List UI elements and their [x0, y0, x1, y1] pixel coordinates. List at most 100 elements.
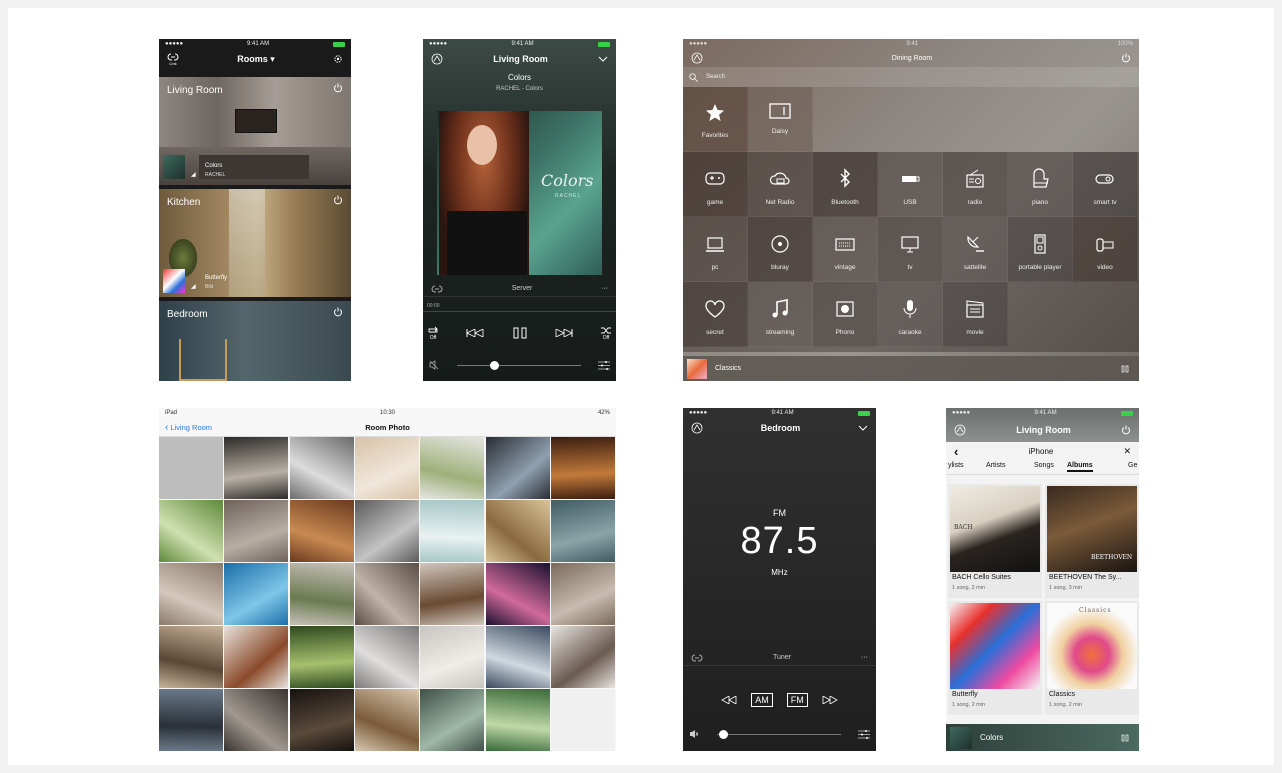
source-tile-sattelite[interactable]: sattelite [943, 217, 1008, 282]
room-photo-thumb[interactable] [354, 626, 419, 688]
pause-icon[interactable] [512, 327, 528, 339]
tab-ylists[interactable]: ylists [948, 462, 964, 469]
room-photo-thumb[interactable] [159, 689, 223, 751]
room-photo-thumb[interactable] [224, 689, 289, 751]
fm-button[interactable]: FM [786, 693, 808, 707]
link-icon[interactable] [691, 654, 703, 662]
source-tile-video[interactable]: video [1073, 217, 1138, 282]
room-photo-thumb[interactable] [224, 563, 289, 625]
more-button[interactable]: ··· [861, 654, 868, 661]
room-photo-thumb[interactable] [550, 626, 615, 688]
room-photo-thumb[interactable] [420, 626, 485, 688]
source-tile-bluetooth[interactable]: Bluetooth [813, 152, 878, 217]
shuffle-button[interactable]: Off [600, 326, 612, 341]
more-button[interactable]: ··· [601, 285, 608, 292]
speaker-icon[interactable] [689, 729, 699, 739]
source-tile-portable-player[interactable]: portable player [1008, 217, 1073, 282]
power-icon[interactable] [333, 195, 343, 205]
power-icon[interactable] [1121, 425, 1131, 435]
pause-icon[interactable] [1121, 365, 1129, 373]
chevron-down-icon[interactable] [598, 56, 608, 62]
chevron-left-icon[interactable]: ‹ [954, 444, 958, 459]
room-photo-thumb[interactable] [485, 563, 550, 625]
room-photo-thumb[interactable] [354, 563, 419, 625]
room-photo-thumb[interactable] [485, 626, 550, 688]
room-photo-thumb[interactable] [159, 563, 223, 625]
room-photo-thumb[interactable] [224, 437, 289, 499]
now-playing-bar[interactable]: Colors [946, 724, 1139, 751]
volume-slider[interactable] [716, 729, 841, 739]
volume-knob[interactable] [718, 729, 728, 739]
room-card-living[interactable]: Living Room ◢ Colors RACHEL [159, 77, 351, 185]
chevron-down-icon[interactable] [858, 425, 868, 431]
volume-slider[interactable] [456, 360, 581, 370]
source-tile-tv[interactable]: tv [878, 217, 943, 282]
source-tile-pc[interactable]: pc [683, 217, 748, 282]
link-icon[interactable] [431, 285, 443, 293]
mute-icon[interactable] [429, 360, 439, 370]
source-tile-piano[interactable]: piano [1008, 152, 1073, 217]
pause-icon[interactable] [1121, 734, 1129, 742]
source-tile-usb[interactable]: USB [878, 152, 943, 217]
room-photo-thumb[interactable] [224, 500, 289, 562]
tab-songs[interactable]: Songs [1034, 462, 1054, 469]
room-card-bedroom[interactable]: Bedroom [159, 301, 351, 381]
source-tile-net-radio[interactable]: Net Radio [748, 152, 813, 217]
source-tile-vintage[interactable]: vintage [813, 217, 878, 282]
source-tile-game[interactable]: game [683, 152, 748, 217]
room-photo-thumb[interactable] [550, 500, 615, 562]
room-photo-thumb[interactable] [550, 437, 615, 499]
add-photo-tile[interactable] [159, 437, 223, 499]
power-icon[interactable] [333, 83, 343, 93]
room-photo-thumb[interactable] [159, 626, 223, 688]
close-icon[interactable]: ✕ [1123, 446, 1131, 457]
equalizer-icon[interactable] [598, 360, 610, 370]
equalizer-icon[interactable] [858, 729, 870, 739]
room-photo-thumb[interactable] [289, 626, 354, 688]
album-card[interactable]: Butterfly 1 song, 2 min [948, 601, 1042, 715]
album-card[interactable]: BEETHOVEN BEETHOVEN The Sy... 1 song, 3 mi… [1045, 484, 1139, 598]
repeat-button[interactable]: Off [427, 326, 439, 341]
seek-forward-icon[interactable] [822, 696, 838, 704]
room-photo-thumb[interactable] [224, 626, 289, 688]
search-input[interactable]: Search [706, 74, 725, 80]
previous-track-icon[interactable] [466, 329, 484, 337]
room-photo-thumb[interactable] [485, 500, 550, 562]
progress-bar[interactable] [423, 311, 616, 312]
room-photo-thumb[interactable] [289, 500, 354, 562]
room-photo-thumb[interactable] [420, 437, 485, 499]
source-tile-phono[interactable]: Phono [813, 282, 878, 347]
room-photo-thumb[interactable] [354, 500, 419, 562]
device-tile[interactable]: Daisy [748, 87, 813, 152]
source-tile-radio[interactable]: radio [943, 152, 1008, 217]
room-photo-thumb[interactable] [485, 689, 550, 751]
source-tile-streaming[interactable]: streaming [748, 282, 813, 347]
room-photo-thumb[interactable] [550, 689, 615, 751]
album-card[interactable]: BACH BACH Cello Suites 1 song, 2 min [948, 484, 1042, 598]
room-photo-thumb[interactable] [420, 689, 485, 751]
source-tile-caraoke[interactable]: caraoke [878, 282, 943, 347]
room-photo-thumb[interactable] [420, 500, 485, 562]
am-button[interactable]: AM [751, 693, 773, 707]
room-photo-thumb[interactable] [289, 563, 354, 625]
favorites-tile[interactable]: Favorites [683, 87, 748, 152]
link-button[interactable]: Link [167, 53, 179, 66]
tab-albums[interactable]: Albums [1067, 462, 1093, 472]
volume-knob[interactable] [489, 360, 499, 370]
rooms-dropdown[interactable]: Rooms ▾ [237, 54, 275, 65]
room-photo-thumb[interactable] [550, 563, 615, 625]
source-tile-movie[interactable]: movie [943, 282, 1008, 347]
source-tile-secret[interactable]: secret [683, 282, 748, 347]
room-photo-thumb[interactable] [485, 437, 550, 499]
source-tile-smart-tv[interactable]: smart tv [1073, 152, 1138, 217]
seek-back-icon[interactable] [721, 696, 737, 704]
power-icon[interactable] [333, 307, 343, 317]
search-bar[interactable]: Search [683, 67, 1139, 87]
tab-ge[interactable]: Ge [1128, 462, 1137, 469]
next-track-icon[interactable] [555, 329, 573, 337]
room-card-kitchen[interactable]: Kitchen ◢ Butterfly Bild [159, 189, 351, 297]
source-tile-bluray[interactable]: bluray [748, 217, 813, 282]
room-photo-thumb[interactable] [420, 563, 485, 625]
power-icon[interactable] [1121, 53, 1131, 63]
room-photo-thumb[interactable] [354, 689, 419, 751]
